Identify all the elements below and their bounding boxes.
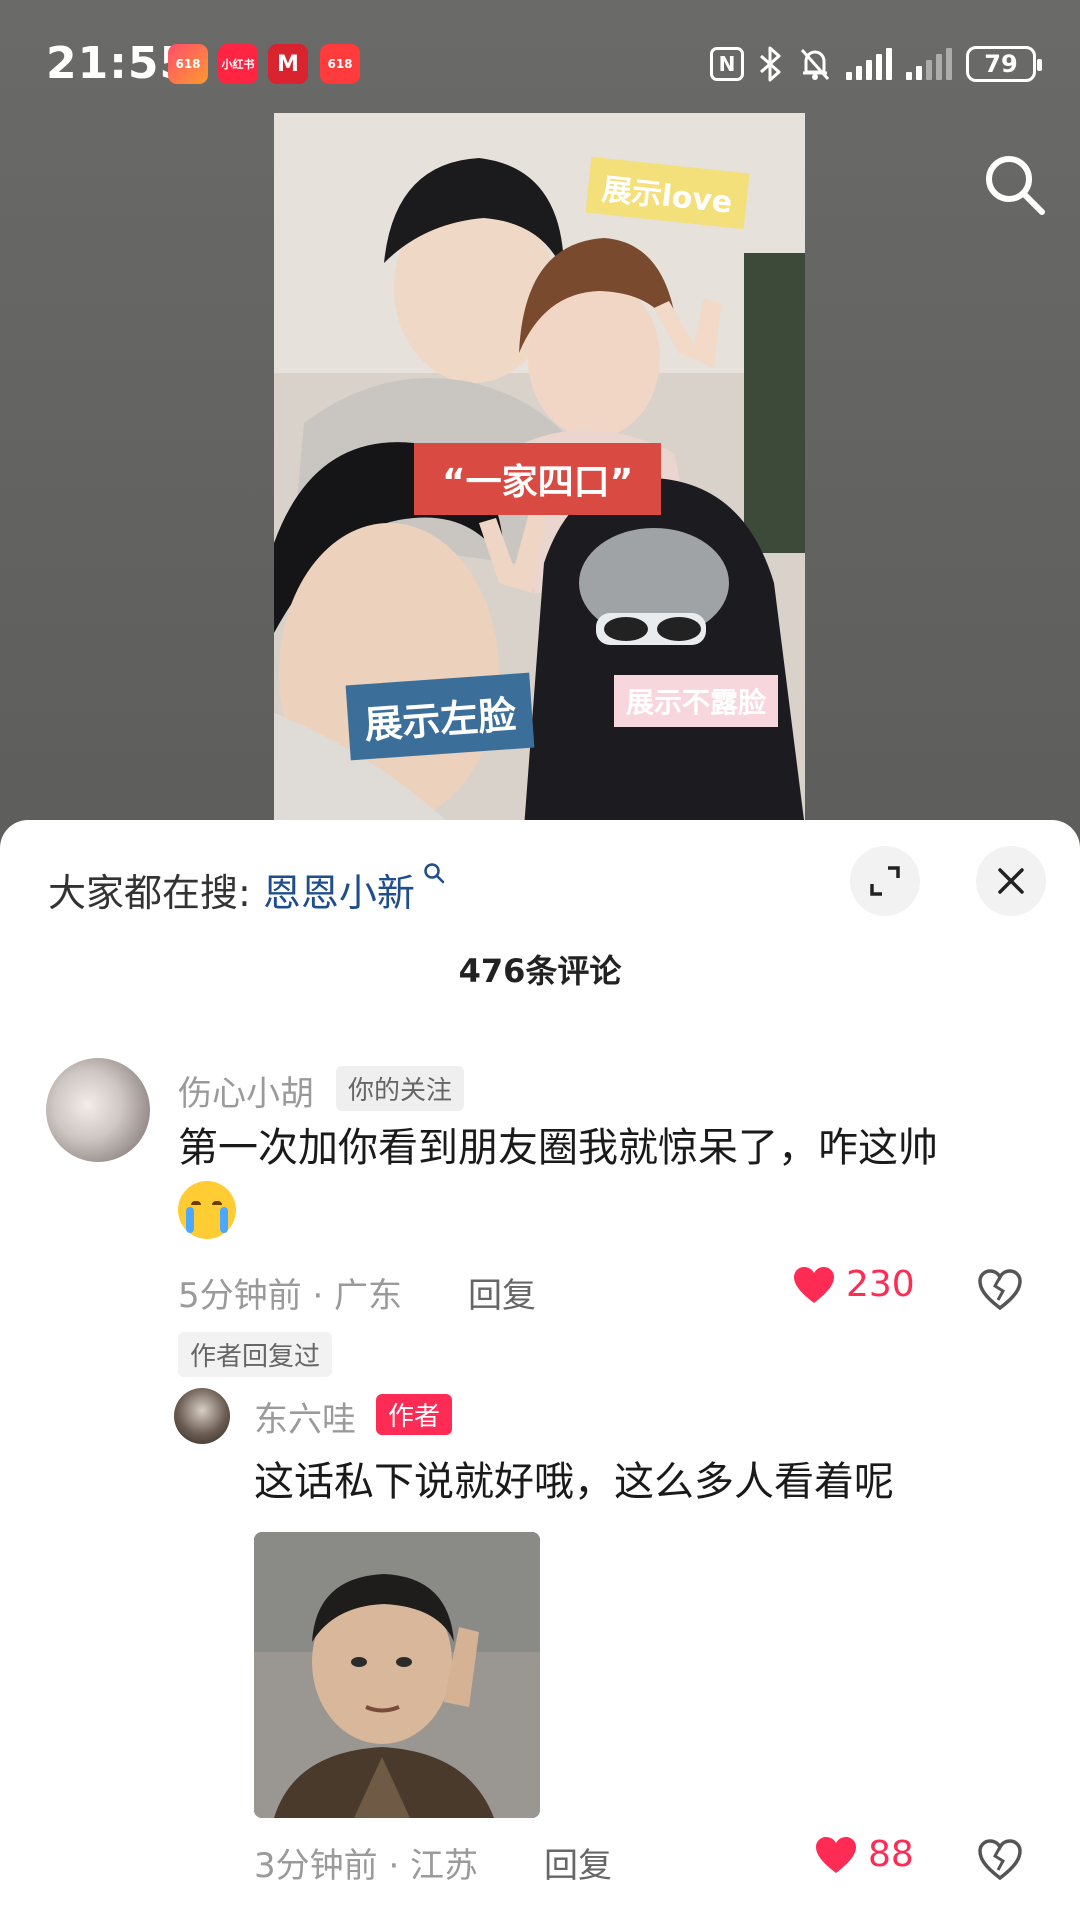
- heart-icon: [794, 1266, 834, 1303]
- close-button[interactable]: [976, 846, 1046, 916]
- sticker-family: “一家四口”: [414, 443, 662, 515]
- reply-button[interactable]: 回复: [468, 1268, 536, 1317]
- app-618-red-icon: 618: [320, 44, 360, 84]
- sticker-left-face: 展示左脸: [345, 672, 535, 761]
- post-photo[interactable]: 展示love “一家四口” 展示左脸 展示不露脸: [274, 113, 805, 828]
- like-count-2: 88: [868, 1834, 914, 1875]
- reply-text: 这话私下说就好哦，这么多人看着呢: [254, 1459, 894, 1505]
- nfc-icon: N: [710, 47, 744, 81]
- comment-text: 第一次加你看到朋友圈我就惊呆了，咋这帅: [178, 1118, 1008, 1239]
- battery-icon: 79: [966, 46, 1042, 82]
- broken-heart-icon: [978, 1269, 1022, 1311]
- heart-icon: [816, 1836, 856, 1873]
- bluetooth-icon: [758, 44, 784, 84]
- comment-sheet: 大家都在搜: 恩恩小新 476条评论 伤心小胡 你的关注 第一次加你看到朋友圈我…: [0, 820, 1080, 1917]
- broken-heart-icon: [978, 1839, 1022, 1881]
- author-avatar[interactable]: [174, 1388, 230, 1444]
- app-618-icon: 618: [168, 44, 208, 84]
- signal-icon: [846, 48, 892, 80]
- reply-username[interactable]: 东六哇: [254, 1392, 356, 1441]
- following-badge: 你的关注: [336, 1066, 465, 1111]
- comment-count: 476条评论: [458, 952, 622, 990]
- crying-emoji-icon: [178, 1181, 236, 1239]
- like-button[interactable]: 230: [792, 1264, 915, 1305]
- comment-time-location: 5分钟前 · 广东: [178, 1276, 403, 1316]
- status-bar: 21:55 618 小红书 M 618 N 79: [0, 0, 1080, 130]
- reply-meme-image[interactable]: [254, 1532, 540, 1818]
- mute-icon: [798, 44, 832, 84]
- dislike-button[interactable]: [976, 1266, 1024, 1314]
- battery-level: 79: [984, 50, 1018, 78]
- author-badge: 作者: [376, 1394, 453, 1435]
- comment-text-content: 第一次加你看到朋友圈我就惊呆了，咋这帅: [178, 1125, 938, 1171]
- search-small-icon: [415, 862, 445, 890]
- search-icon[interactable]: [980, 150, 1050, 220]
- comment-username[interactable]: 伤心小胡: [178, 1066, 314, 1115]
- trending-search[interactable]: 大家都在搜: 恩恩小新: [48, 862, 445, 917]
- meme-illustration: [254, 1532, 540, 1818]
- sticker-no-face: 展示不露脸: [614, 675, 779, 727]
- like-count: 230: [846, 1264, 915, 1305]
- reply-time-location: 3分钟前 · 江苏: [254, 1846, 479, 1886]
- expand-icon: [870, 866, 900, 896]
- dislike-button-2[interactable]: [976, 1836, 1024, 1884]
- xiaohongshu-icon: 小红书: [218, 44, 258, 84]
- close-icon: [998, 868, 1024, 894]
- status-icons: N 79: [710, 44, 1042, 84]
- avatar[interactable]: [46, 1058, 150, 1162]
- author-replied-badge: 作者回复过: [178, 1332, 333, 1377]
- trending-search-label: 大家都在搜:: [48, 871, 251, 915]
- reply-button-2[interactable]: 回复: [544, 1838, 612, 1887]
- bank-app-icon: M: [268, 44, 308, 84]
- expand-button[interactable]: [850, 846, 920, 916]
- signal-2-icon: [906, 48, 952, 80]
- trending-search-keyword[interactable]: 恩恩小新: [263, 871, 415, 915]
- screen: 21:55 618 小红书 M 618 N 79 展示love “一家四口” 展…: [0, 0, 1080, 1917]
- like-button-2[interactable]: 88: [814, 1834, 914, 1875]
